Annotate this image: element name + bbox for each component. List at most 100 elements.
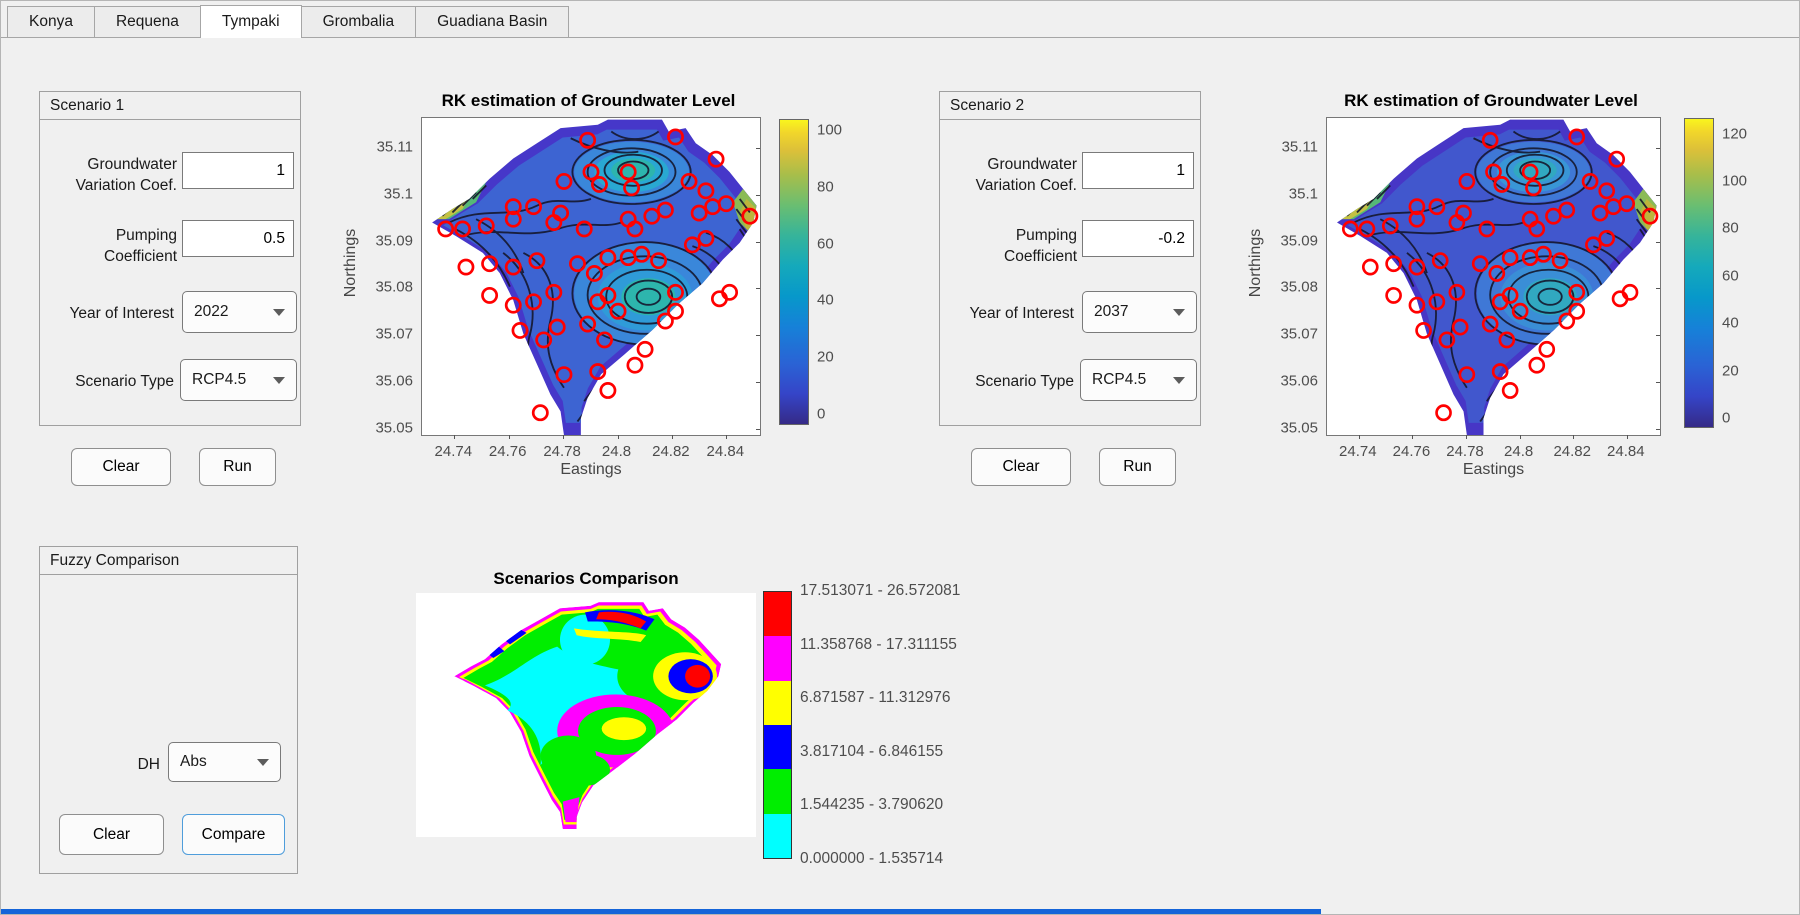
x-tick-label: 24.78 [1446,443,1484,460]
clear-button-1[interactable]: Clear [71,448,171,486]
well-marker [601,383,615,397]
contour-map-2 [1327,118,1660,435]
fuzzy-panel: Fuzzy Comparison DH Abs Clear Compare [39,546,298,874]
fuzzy-compare-button[interactable]: Compare [182,814,285,855]
well-marker [1530,358,1544,372]
colorbar-tick-label: 20 [817,349,834,366]
legend-swatch [764,592,791,636]
plot1-xticks: 24.7424.7624.7824.824.8224.84 [421,438,761,458]
scenario1-panel-title: Scenario 1 [40,92,300,120]
well-marker [1503,383,1517,397]
colorbar-tick-label: 0 [1722,410,1730,427]
legend-swatch [764,814,791,858]
pumping-coef-input-2[interactable] [1082,220,1194,257]
legend-range-label: 1.544235 - 3.790620 [800,796,943,814]
gw-variation-input-2[interactable] [1082,152,1194,189]
year-dropdown-1[interactable]: 2022 [182,291,297,333]
colorbar-tick-label: 60 [1722,267,1739,284]
legend-range-label: 17.513071 - 26.572081 [800,582,960,600]
plot2-xlabel: Eastings [1326,461,1661,479]
x-tick-label: 24.8 [602,443,631,460]
bottom-accent-bar [1,909,1321,915]
x-tick-label: 24.82 [652,443,690,460]
plot2-title: RK estimation of Groundwater Level [1321,91,1661,111]
well-marker [533,406,547,420]
tab-requena[interactable]: Requena [94,6,201,37]
y-tick-label: 35.05 [375,419,413,436]
rk-plot-1: RK estimation of Groundwater Level 35.11… [331,89,851,499]
pumping-coef-label-2: Pumping Coefficient [952,225,1077,267]
rk-plot-2: RK estimation of Groundwater Level 35.1 1… [1236,89,1756,499]
run-button-2[interactable]: Run [1099,448,1176,486]
y-tick-label: 35.06 [375,373,413,390]
legend-swatch [764,636,791,680]
colorbar-tick-label: 100 [817,121,842,138]
colorbar-tick-label: 60 [817,235,834,252]
scenario-type-dropdown-1[interactable]: RCP4.5 [180,359,297,401]
tab-konya[interactable]: Konya [7,6,95,37]
pumping-coef-input-1[interactable] [182,220,294,257]
x-tick-label: 24.74 [435,443,473,460]
well-marker [1540,342,1554,356]
y-tick-label: 35.1 [1289,185,1318,202]
scenario-type-label-2: Scenario Type [940,371,1074,392]
plot1-ylabel: Northings [342,213,360,313]
tab-grombalia[interactable]: Grombalia [301,6,417,37]
tab-bar: KonyaRequenaTympakiGrombaliaGuadiana Bas… [1,1,1799,38]
plot1-xlabel: Eastings [421,461,761,479]
chevron-down-icon [257,759,269,766]
run-button-1[interactable]: Run [199,448,276,486]
comparison-legend-bar [763,591,792,859]
colorbar-tick-label: 100 [1722,172,1747,189]
gw-variation-label-2: Groundwater Variation Coef. [952,154,1077,196]
scenario-type-value-1: RCP4.5 [192,371,246,389]
comparison-legend-labels: 17.513071 - 26.57208111.358768 - 17.3111… [800,591,920,859]
x-tick-label: 24.78 [543,443,581,460]
chevron-down-icon [1173,377,1185,384]
colorbar-tick-label: 40 [1722,315,1739,332]
plot1-title: RK estimation of Groundwater Level [416,91,761,111]
well-marker [1363,260,1377,274]
y-tick-label: 35.07 [375,326,413,343]
gw-variation-input-1[interactable] [182,152,294,189]
plot2-axes [1326,117,1661,436]
year-value-2: 2037 [1094,303,1128,321]
chevron-down-icon [1173,309,1185,316]
comparison-title: Scenarios Comparison [416,569,756,589]
legend-range-label: 6.871587 - 11.312976 [800,689,951,707]
pumping-coef-label-1: Pumping Coefficient [52,225,177,267]
scenario-type-value-2: RCP4.5 [1092,371,1146,389]
x-tick-label: 24.8 [1504,443,1533,460]
y-tick-label: 35.1 [384,185,413,202]
x-tick-label: 24.76 [1393,443,1431,460]
colorbar-tick-label: 80 [1722,220,1739,237]
year-dropdown-2[interactable]: 2037 [1082,291,1197,333]
dh-value: Abs [180,753,207,771]
year-label-2: Year of Interest [940,303,1074,324]
clear-button-2[interactable]: Clear [971,448,1071,486]
plot1-axes [421,117,761,436]
tab-tympaki[interactable]: Tympaki [200,5,302,38]
legend-swatch [764,681,791,725]
y-tick-label: 35.08 [1280,279,1318,296]
tympaki-groundwater-app: KonyaRequenaTympakiGrombaliaGuadiana Bas… [0,0,1800,915]
y-tick-label: 35.09 [375,232,413,249]
colorbar-tick-label: 120 [1722,125,1747,142]
colorbar-tick-label: 20 [1722,362,1739,379]
plot2-ylabel: Northings [1247,213,1265,313]
year-label-1: Year of Interest [40,303,174,324]
comparison-map-box [416,593,756,837]
tab-guadiana-basin[interactable]: Guadiana Basin [415,6,569,37]
colorbar-tick-label: 80 [817,178,834,195]
fuzzy-clear-button[interactable]: Clear [59,814,164,855]
fuzzy-panel-title: Fuzzy Comparison [40,547,297,575]
y-tick-label: 35.11 [377,138,413,155]
dh-label: DH [60,754,160,775]
plot1-colorbar-labels: 100806040200 [817,119,851,425]
x-tick-label: 24.76 [489,443,527,460]
scenario-type-dropdown-2[interactable]: RCP4.5 [1080,359,1197,401]
legend-swatch [764,725,791,769]
y-tick-label: 35.07 [1280,326,1318,343]
dh-dropdown[interactable]: Abs [168,742,281,782]
scenario2-panel: Scenario 2 Groundwater Variation Coef. P… [939,91,1201,426]
